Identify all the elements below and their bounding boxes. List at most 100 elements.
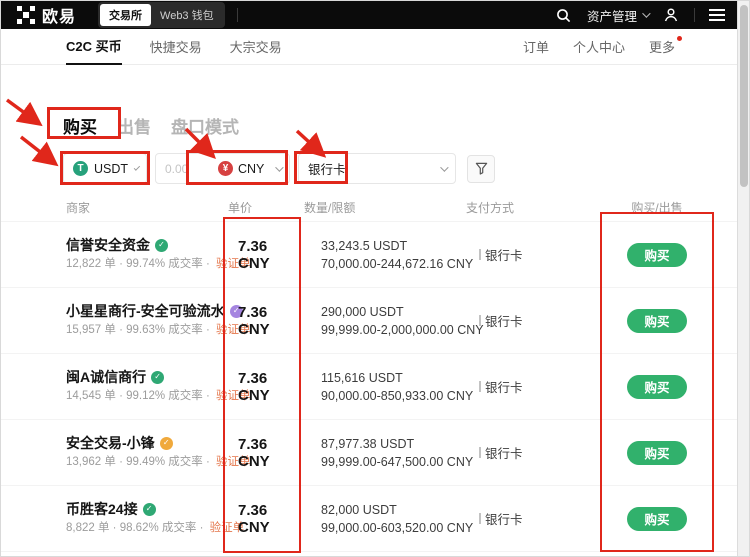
nav-block-trade[interactable]: 大宗交易 xyxy=(230,29,282,65)
crypto-select[interactable]: T USDT xyxy=(63,153,147,184)
user-icon[interactable] xyxy=(662,6,680,24)
table-row: 安全交易-小锋 13,962 单 · 99.49% 成交率 · 验证单 7.36… xyxy=(1,420,739,486)
merchant-cell: 信誉安全资金 12,822 单 · 99.74% 成交率 · 验证单 xyxy=(66,238,224,271)
nav-profile[interactable]: 个人中心 xyxy=(573,29,625,65)
search-icon[interactable] xyxy=(555,6,573,24)
usdt-icon: T xyxy=(73,161,88,176)
brand-name: 欧易 xyxy=(42,3,76,27)
subnav-right: 订单 个人中心 更多 xyxy=(523,29,675,65)
top-navigation-bar: 欧易 交易所 Web3 钱包 资产管理 xyxy=(1,1,739,29)
merchant-badge-icon xyxy=(155,239,168,252)
buy-button[interactable]: 购买 xyxy=(627,507,687,531)
topbar-divider xyxy=(237,8,238,22)
action-cell: 购买 xyxy=(601,441,713,465)
merchant-name[interactable]: 闽A诚信商行 xyxy=(66,370,146,384)
tab-web3-wallet[interactable]: Web3 钱包 xyxy=(151,4,223,26)
table-row: 币胜客24接 8,822 单 · 98.62% 成交率 · 验证单 7.36 C… xyxy=(1,486,739,552)
payment-cell: 银行卡 xyxy=(466,509,601,528)
nav-quick-trade[interactable]: 快捷交易 xyxy=(150,29,202,65)
header-price: 单价 xyxy=(224,199,301,216)
payment-method-marker xyxy=(479,447,481,458)
order-limit: 99,000.00-603,520.00 CNY xyxy=(321,519,466,537)
payment-method-select[interactable]: 银行卡 xyxy=(298,153,456,184)
quantity-cell: 115,616 USDT 90,000.00-850,933.00 CNY xyxy=(301,369,466,405)
subnav-left: C2C 买币 快捷交易 大宗交易 xyxy=(66,29,282,65)
nav-c2c-buy[interactable]: C2C 买币 xyxy=(66,29,122,65)
buy-button[interactable]: 购买 xyxy=(627,375,687,399)
order-limit: 99,999.00-647,500.00 CNY xyxy=(321,453,466,471)
merchant-name[interactable]: 信誉安全资金 xyxy=(66,238,150,252)
tab-sell[interactable]: 出售 xyxy=(117,113,151,138)
merchant-cell: 安全交易-小锋 13,962 单 · 99.49% 成交率 · 验证单 xyxy=(66,436,224,469)
action-cell: 购买 xyxy=(601,507,713,531)
fiat-select[interactable]: ¥ CNY xyxy=(208,161,289,176)
unit-price: 7.36 CNY xyxy=(224,238,301,272)
available-amount: 82,000 USDT xyxy=(321,501,466,519)
merchant-badge-icon xyxy=(160,437,173,450)
filter-bar: T USDT ¥ CNY 银行卡 xyxy=(63,153,495,184)
available-amount: 115,616 USDT xyxy=(321,369,466,387)
nav-orders[interactable]: 订单 xyxy=(523,29,549,65)
order-limit: 90,000.00-850,933.00 CNY xyxy=(321,387,466,405)
merchant-badge-icon xyxy=(143,503,156,516)
merchant-name[interactable]: 安全交易-小锋 xyxy=(66,436,155,450)
action-cell: 购买 xyxy=(601,309,713,333)
action-cell: 购买 xyxy=(601,243,713,267)
scrollbar-thumb[interactable] xyxy=(740,5,748,187)
merchant-stats: 14,545 单 · 99.12% 成交率 · xyxy=(66,390,210,402)
payment-cell: 银行卡 xyxy=(466,377,601,396)
payment-method-marker xyxy=(479,381,481,392)
header-payment: 支付方式 xyxy=(466,199,601,216)
tab-buy[interactable]: 购买 xyxy=(63,113,97,138)
nav-more[interactable]: 更多 xyxy=(649,29,675,65)
merchant-cell: 小星星商行-安全可验流水 15,957 单 · 99.63% 成交率 · 验证单 xyxy=(66,304,224,337)
assets-menu[interactable]: 资产管理 xyxy=(587,6,648,25)
header-merchant: 商家 xyxy=(66,199,224,216)
payment-cell: 银行卡 xyxy=(466,311,601,330)
scrollbar-track[interactable] xyxy=(737,1,749,557)
quantity-cell: 87,977.38 USDT 99,999.00-647,500.00 CNY xyxy=(301,435,466,471)
merchant-name[interactable]: 小星星商行-安全可验流水 xyxy=(66,304,225,318)
available-amount: 33,243.5 USDT xyxy=(321,237,466,255)
quantity-cell: 82,000 USDT 99,000.00-603,520.00 CNY xyxy=(301,501,466,537)
merchant-name[interactable]: 币胜客24接 xyxy=(66,502,138,516)
assets-label: 资产管理 xyxy=(587,6,637,25)
chevron-down-icon xyxy=(642,9,650,17)
topbar-actions: 资产管理 xyxy=(555,6,725,25)
okx-logo-icon xyxy=(17,6,35,24)
filter-button[interactable] xyxy=(467,155,495,183)
unit-price: 7.36 CNY xyxy=(224,502,301,536)
header-buy-sell: 购买/出售 xyxy=(601,199,713,216)
payment-method-marker xyxy=(479,315,481,326)
payment-method: 银行卡 xyxy=(485,509,523,528)
unit-price: 7.36 CNY xyxy=(224,436,301,470)
merchant-stats: 15,957 单 · 99.63% 成交率 · xyxy=(66,324,210,336)
fiat-selected: CNY xyxy=(238,162,270,176)
buy-button[interactable]: 购买 xyxy=(627,243,687,267)
amount-input[interactable] xyxy=(156,162,208,176)
merchant-cell: 闽A诚信商行 14,545 单 · 99.12% 成交率 · 验证单 xyxy=(66,370,224,403)
payment-method: 银行卡 xyxy=(485,443,523,462)
tab-exchange[interactable]: 交易所 xyxy=(100,4,151,26)
exchange-wallet-toggle: 交易所 Web3 钱包 xyxy=(98,2,225,28)
quantity-cell: 290,000 USDT 99,999.00-2,000,000.00 CNY xyxy=(301,303,466,339)
chevron-down-icon xyxy=(134,164,140,170)
cny-icon: ¥ xyxy=(218,161,233,176)
payment-cell: 银行卡 xyxy=(466,245,601,264)
merchant-stats: 13,962 单 · 99.49% 成交率 · xyxy=(66,456,210,468)
available-amount: 87,977.38 USDT xyxy=(321,435,466,453)
payment-selected: 银行卡 xyxy=(308,159,440,178)
payment-method-marker xyxy=(479,513,481,524)
payment-cell: 银行卡 xyxy=(466,443,601,462)
buy-button[interactable]: 购买 xyxy=(627,441,687,465)
unit-price: 7.36 CNY xyxy=(224,370,301,404)
okx-logo[interactable]: 欧易 xyxy=(17,3,76,27)
tab-orderbook-mode[interactable]: 盘口模式 xyxy=(171,113,239,138)
order-limit: 99,999.00-2,000,000.00 CNY xyxy=(321,321,466,339)
filter-icon xyxy=(475,162,488,175)
trade-mode-tabs: 购买 出售 盘口模式 xyxy=(63,113,239,138)
menu-icon[interactable] xyxy=(709,9,725,21)
payment-method-marker xyxy=(479,249,481,260)
buy-button[interactable]: 购买 xyxy=(627,309,687,333)
merchant-stats: 8,822 单 · 98.62% 成交率 · xyxy=(66,522,203,534)
